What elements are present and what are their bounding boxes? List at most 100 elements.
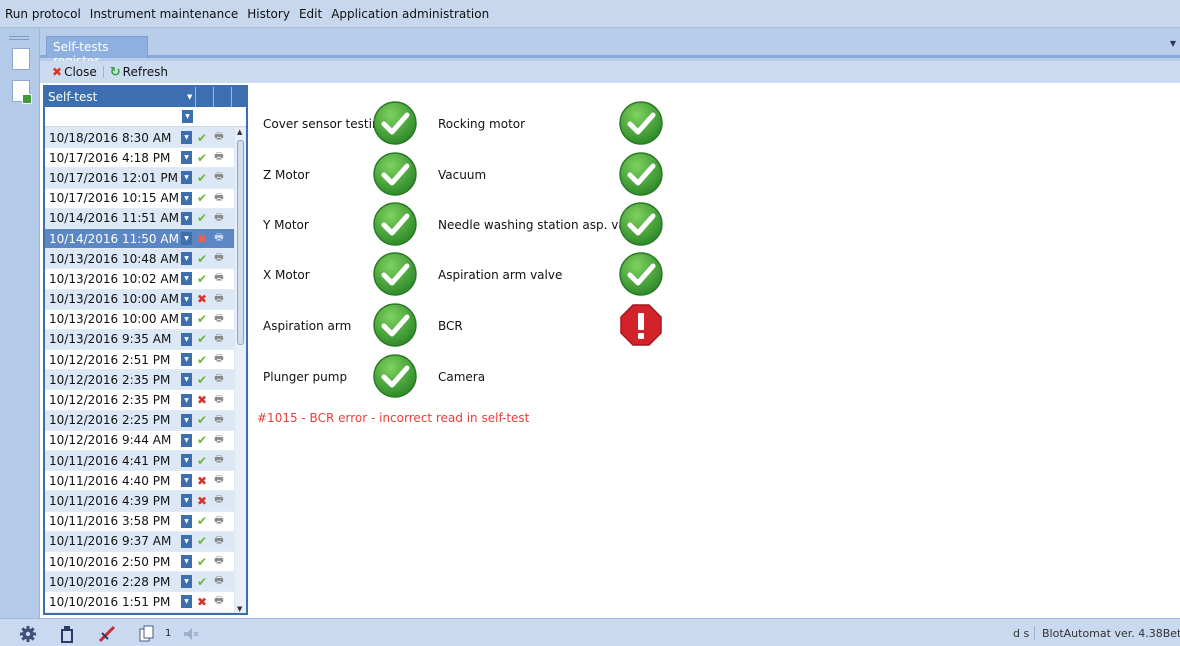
filter-dropdown-button[interactable]: ▼ [182, 110, 193, 123]
row-dropdown-button[interactable]: ▼ [181, 413, 192, 427]
row-dropdown-button[interactable]: ▼ [181, 393, 192, 407]
scroll-up-icon[interactable]: ▲ [237, 128, 242, 136]
row-dropdown-button[interactable]: ▼ [181, 171, 192, 185]
list-row[interactable]: 10/17/2016 10:15 AM ▼ ✔ 🖶 [45, 188, 234, 209]
printer-icon[interactable]: 🖶 [212, 573, 226, 590]
printer-icon[interactable]: 🖶 [212, 533, 226, 550]
row-dropdown-button[interactable]: ▼ [181, 595, 192, 609]
row-dropdown-button[interactable]: ▼ [181, 353, 192, 367]
row-dropdown-button[interactable]: ▼ [181, 474, 192, 488]
printer-icon[interactable]: 🖶 [212, 351, 226, 368]
printer-icon[interactable]: 🖶 [212, 210, 226, 227]
list-row[interactable]: 10/10/2016 1:51 PM ▼ ✖ 🖶 [45, 592, 234, 613]
chevron-down-icon[interactable]: ▼ [1170, 39, 1176, 48]
list-row[interactable]: 10/12/2016 2:35 PM ▼ ✔ 🖶 [45, 370, 234, 391]
list-scrollbar[interactable]: ▲ ▼ [235, 128, 246, 613]
list-row[interactable]: 10/12/2016 2:25 PM ▼ ✔ 🖶 [45, 410, 234, 431]
row-dropdown-button[interactable]: ▼ [181, 514, 192, 528]
printer-icon[interactable]: 🖶 [212, 392, 226, 409]
test-label: BCR [438, 319, 463, 333]
row-dropdown-button[interactable]: ▼ [181, 433, 192, 447]
printer-icon[interactable]: 🖶 [212, 270, 226, 287]
row-dropdown-button[interactable]: ▼ [181, 191, 192, 205]
self-test-list: Self-test ▼ ▼ 10/18/2016 8:30 AM ▼ ✔ 🖶 10/17… [43, 85, 248, 615]
list-row[interactable]: 10/14/2016 11:51 AM ▼ ✔ 🖶 [45, 208, 234, 229]
list-row[interactable]: 10/14/2016 11:50 AM ▼ ✖ 🖶 [45, 228, 234, 250]
menu-history[interactable]: History [247, 7, 290, 21]
list-row[interactable]: 10/11/2016 9:37 AM ▼ ✔ 🖶 [45, 531, 234, 552]
row-dropdown-button[interactable]: ▼ [181, 131, 192, 145]
row-dropdown-button[interactable]: ▼ [181, 575, 192, 589]
printer-icon[interactable]: 🖶 [212, 593, 226, 610]
printer-icon[interactable]: 🖶 [212, 250, 226, 267]
list-row[interactable]: 10/13/2016 10:00 AM ▼ ✔ 🖶 [45, 309, 234, 330]
scroll-down-icon[interactable]: ▼ [237, 605, 242, 613]
menu-application-administration[interactable]: Application administration [331, 7, 489, 21]
row-dropdown-button[interactable]: ▼ [181, 373, 192, 387]
row-dropdown-button[interactable]: ▼ [181, 312, 192, 326]
list-row[interactable]: 10/11/2016 4:40 PM ▼ ✖ 🖶 [45, 471, 234, 492]
row-dropdown-button[interactable]: ▼ [181, 211, 192, 225]
menu-edit[interactable]: Edit [299, 7, 322, 21]
document-export-icon[interactable] [12, 80, 32, 104]
row-dropdown-button[interactable]: ▼ [181, 272, 192, 286]
printer-icon[interactable]: 🖶 [212, 129, 226, 146]
row-dropdown-button[interactable]: ▼ [181, 252, 192, 266]
row-dropdown-button[interactable]: ▼ [181, 292, 192, 306]
list-row[interactable]: 10/12/2016 2:35 PM ▼ ✖ 🖶 [45, 390, 234, 411]
list-row[interactable]: 10/13/2016 10:02 AM ▼ ✔ 🖶 [45, 269, 234, 290]
speaker-muted-icon[interactable] [182, 625, 200, 643]
printer-icon[interactable]: 🖶 [212, 190, 226, 207]
row-dropdown-button[interactable]: ▼ [181, 332, 192, 346]
list-row[interactable]: 10/12/2016 2:51 PM ▼ ✔ 🖶 [45, 350, 234, 371]
test-label: Camera [438, 370, 486, 384]
syringe-icon[interactable] [98, 625, 116, 643]
list-row[interactable]: 10/11/2016 4:41 PM ▼ ✔ 🖶 [45, 451, 234, 472]
row-dropdown-button[interactable]: ▼ [181, 494, 192, 508]
printer-icon[interactable]: 🖶 [212, 492, 226, 509]
refresh-button[interactable]: ↻ Refresh [110, 65, 168, 80]
list-header[interactable]: Self-test ▼ [45, 87, 246, 107]
printer-icon[interactable]: 🖶 [212, 472, 226, 489]
list-row[interactable]: 10/10/2016 2:50 PM ▼ ✔ 🖶 [45, 551, 234, 573]
cross-icon: ✖ [196, 393, 208, 408]
printer-icon[interactable]: 🖶 [212, 291, 226, 308]
printer-icon[interactable]: 🖶 [212, 169, 226, 186]
list-row[interactable]: 10/18/2016 8:30 AM ▼ ✔ 🖶 [45, 128, 234, 149]
list-row[interactable]: 10/11/2016 4:39 PM ▼ ✖ 🖶 [45, 491, 234, 512]
document-icon[interactable] [12, 48, 30, 70]
plates-icon[interactable] [138, 625, 156, 643]
gear-icon[interactable] [19, 625, 37, 643]
printer-icon[interactable]: 🖶 [212, 149, 226, 166]
sort-arrow-icon[interactable]: ▼ [187, 93, 192, 101]
list-row[interactable]: 10/12/2016 9:44 AM ▼ ✔ 🖶 [45, 430, 234, 451]
printer-icon[interactable]: 🖶 [212, 553, 226, 570]
printer-icon[interactable]: 🖶 [212, 412, 226, 429]
scroll-thumb[interactable] [237, 140, 244, 345]
printer-icon[interactable]: 🖶 [212, 311, 226, 328]
bottle-icon[interactable] [58, 625, 76, 643]
row-dropdown-button[interactable]: ▼ [181, 232, 192, 246]
printer-icon[interactable]: 🖶 [212, 452, 226, 469]
printer-icon[interactable]: 🖶 [212, 331, 226, 348]
printer-icon[interactable]: 🖶 [212, 432, 226, 449]
row-dropdown-button[interactable]: ▼ [181, 454, 192, 468]
list-row[interactable]: 10/13/2016 10:48 AM ▼ ✔ 🖶 [45, 249, 234, 270]
printer-icon[interactable]: 🖶 [212, 513, 226, 530]
row-dropdown-button[interactable]: ▼ [181, 534, 192, 548]
list-row[interactable]: 10/17/2016 12:01 PM ▼ ✔ 🖶 [45, 168, 234, 189]
list-row[interactable]: 10/17/2016 4:18 PM ▼ ✔ 🖶 [45, 148, 234, 169]
row-dropdown-button[interactable]: ▼ [181, 151, 192, 165]
list-row[interactable]: 10/11/2016 3:58 PM ▼ ✔ 🖶 [45, 511, 234, 532]
list-row[interactable]: 10/10/2016 2:28 PM ▼ ✔ 🖶 [45, 572, 234, 593]
list-row[interactable]: 10/13/2016 9:35 AM ▼ ✔ 🖶 [45, 329, 234, 351]
row-dropdown-button[interactable]: ▼ [181, 555, 192, 569]
tab-self-tests-register[interactable]: Self-tests register [46, 36, 148, 68]
menu-instrument-maintenance[interactable]: Instrument maintenance [90, 7, 238, 21]
list-row[interactable]: 10/13/2016 10:00 AM ▼ ✖ 🖶 [45, 289, 234, 310]
filter-row: ▼ [45, 107, 246, 127]
printer-icon[interactable]: 🖶 [212, 371, 226, 388]
close-button[interactable]: ✖ Close [52, 65, 97, 79]
menu-run-protocol[interactable]: Run protocol [5, 7, 81, 21]
printer-icon[interactable]: 🖶 [212, 230, 226, 247]
